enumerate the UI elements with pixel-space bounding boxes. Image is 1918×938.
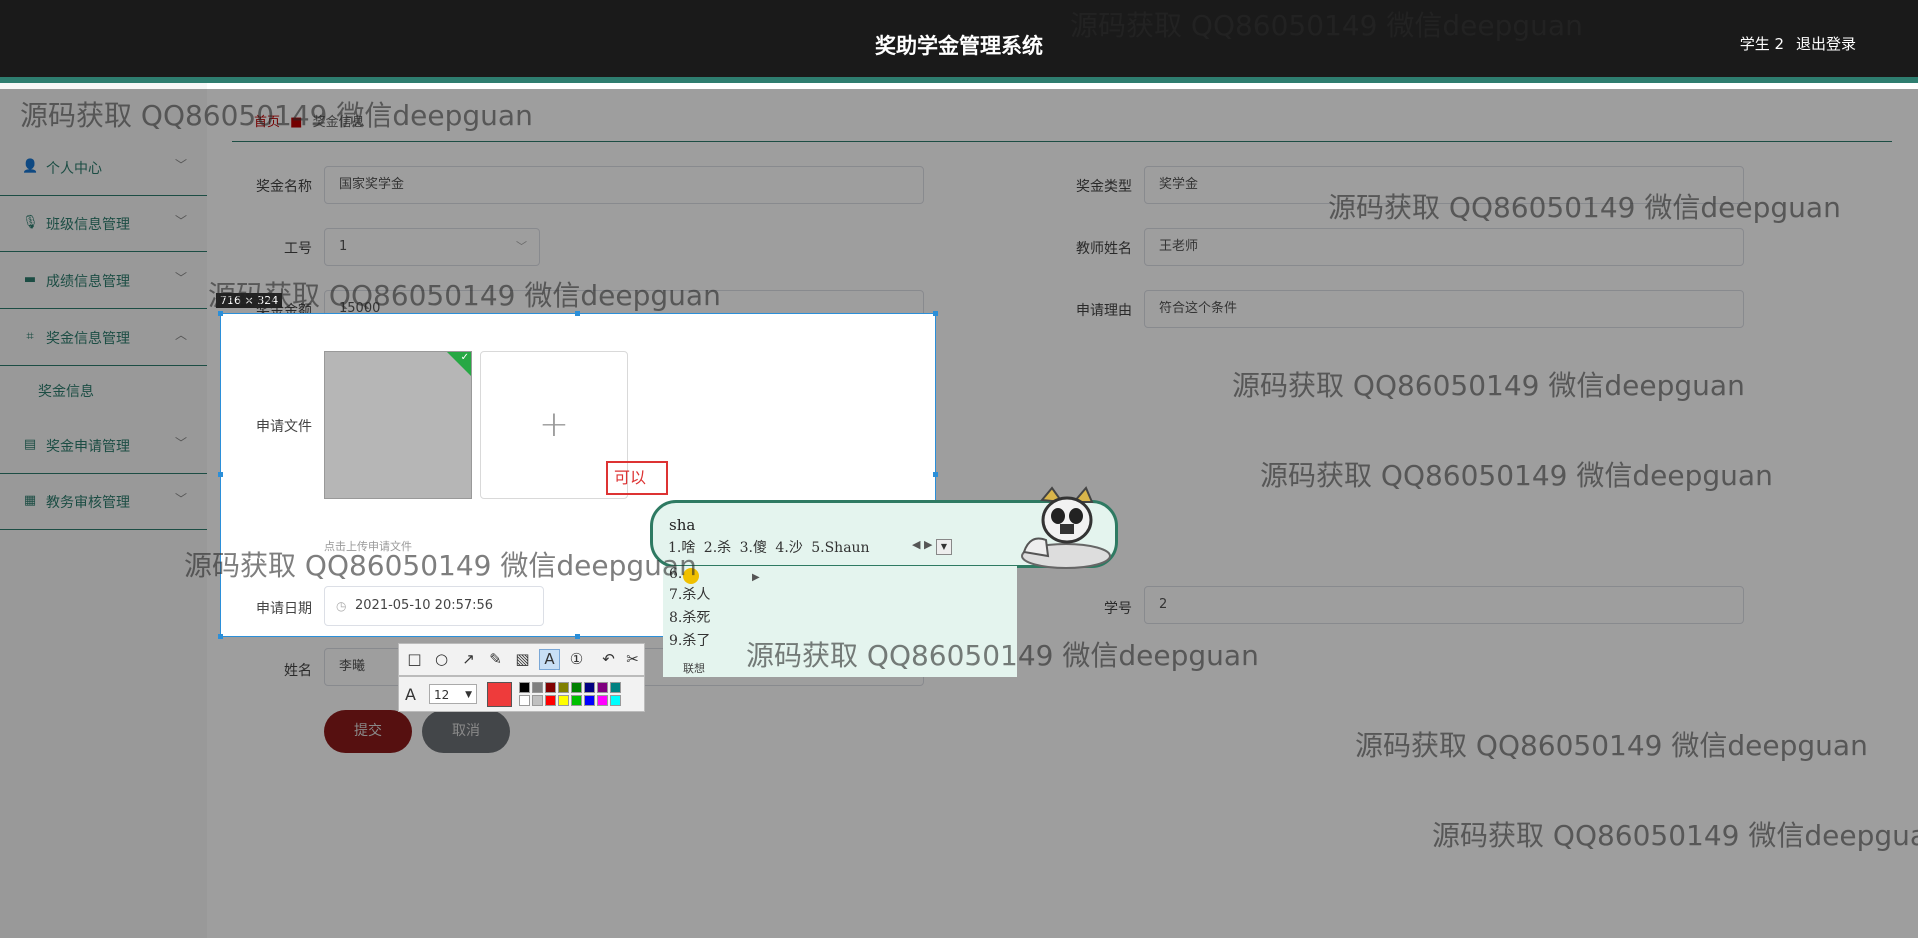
- watermark: 源码获取 QQ86050149 微信deepguan: [184, 549, 697, 582]
- screenshot-style-toolbar: A 12 ▼: [398, 676, 645, 712]
- ime-mascot-icon: [1021, 486, 1111, 569]
- file-label: 申请文件: [256, 419, 312, 435]
- color-swatch[interactable]: [532, 682, 543, 693]
- watermark: 源码获取 QQ86050149 微信deepguan: [1070, 9, 1583, 42]
- scissors-icon[interactable]: ✂: [623, 650, 642, 669]
- color-swatch[interactable]: [558, 682, 569, 693]
- ime-candidates[interactable]: 1.啥 2.杀 3.傻 4.沙 5.Shaun: [668, 537, 870, 557]
- resize-handle[interactable]: [218, 472, 223, 477]
- ime-expand-icon[interactable]: ▼: [936, 539, 952, 555]
- undo-icon[interactable]: ↶: [599, 650, 618, 669]
- color-swatch[interactable]: [610, 695, 621, 706]
- watermark: 源码获取 QQ86050149 微信deepguan: [208, 279, 721, 312]
- ime-candidate[interactable]: 9.杀了: [669, 630, 710, 650]
- watermark: 源码获取 QQ86050149 微信deepguan: [20, 99, 533, 132]
- font-icon: A: [405, 685, 416, 704]
- resize-handle[interactable]: [218, 634, 223, 639]
- number-tool-icon[interactable]: ①: [567, 650, 586, 669]
- arrow-right-icon[interactable]: ▶: [752, 572, 760, 583]
- current-user-link[interactable]: 学生 2: [1740, 33, 1784, 54]
- uploaded-file-thumbnail[interactable]: ✓: [324, 351, 472, 499]
- watermark: 源码获取 QQ86050149 微信deepguan: [746, 639, 1259, 672]
- color-swatch[interactable]: [532, 695, 543, 706]
- ellipse-tool-icon[interactable]: ○: [432, 650, 451, 669]
- color-swatch[interactable]: [545, 682, 556, 693]
- watermark: 源码获取 QQ86050149 微信deepguan: [1232, 369, 1745, 402]
- check-icon: ✓: [460, 352, 469, 363]
- logout-link[interactable]: 退出登录: [1796, 33, 1856, 54]
- date-value: 2021-05-10 20:57:56: [355, 598, 494, 613]
- mosaic-tool-icon[interactable]: ▧: [513, 650, 532, 669]
- resize-handle[interactable]: [933, 472, 938, 477]
- annotation-text-box[interactable]: 可以: [606, 461, 668, 495]
- ime-page-arrows[interactable]: ◀ ▶: [912, 538, 932, 551]
- color-swatch[interactable]: [571, 695, 582, 706]
- color-swatch[interactable]: [519, 695, 530, 706]
- watermark: 源码获取 QQ86050149 微信deepguan: [1260, 459, 1773, 492]
- text-tool-icon[interactable]: A: [539, 649, 560, 670]
- color-swatch[interactable]: [584, 682, 595, 693]
- ime-candidate[interactable]: 8.杀死: [669, 607, 710, 627]
- top-header-bar: 奖助学金管理系统 学生 2 退出登录: [0, 0, 1918, 83]
- plus-icon: +: [538, 404, 570, 445]
- rectangle-tool-icon[interactable]: □: [405, 650, 424, 669]
- pencil-tool-icon[interactable]: ✎: [486, 650, 505, 669]
- color-swatch[interactable]: [519, 682, 530, 693]
- screenshot-toolbar: □ ○ ↗ ✎ ▧ A ① ↶ ✂: [398, 643, 645, 676]
- ime-association-tab[interactable]: 联想: [683, 660, 705, 676]
- ime-candidate[interactable]: 7.杀人: [669, 584, 710, 604]
- color-swatch[interactable]: [597, 695, 608, 706]
- color-swatch[interactable]: [558, 695, 569, 706]
- date-label: 申请日期: [256, 601, 312, 617]
- resize-handle[interactable]: [933, 311, 938, 316]
- font-size-select[interactable]: 12 ▼: [429, 684, 477, 704]
- ime-composition: sha: [669, 516, 696, 534]
- color-swatch[interactable]: [545, 695, 556, 706]
- color-swatch[interactable]: [571, 682, 582, 693]
- arrow-tool-icon[interactable]: ↗: [459, 650, 478, 669]
- color-swatch[interactable]: [610, 682, 621, 693]
- resize-handle[interactable]: [575, 634, 580, 639]
- chevron-down-icon: ▼: [465, 690, 472, 700]
- color-swatch[interactable]: [597, 682, 608, 693]
- watermark: 源码获取 QQ86050149 微信deepguan: [1432, 819, 1918, 852]
- watermark: 源码获取 QQ86050149 微信deepguan: [1328, 191, 1841, 224]
- color-swatch[interactable]: [584, 695, 595, 706]
- font-size-value: 12: [434, 688, 450, 702]
- clock-icon: ◷: [336, 599, 347, 613]
- current-color-swatch[interactable]: [487, 682, 512, 707]
- app-title: 奖助学金管理系统: [875, 34, 1043, 58]
- date-picker-field[interactable]: ◷ 2021-05-10 20:57:56: [324, 586, 544, 626]
- watermark: 源码获取 QQ86050149 微信deepguan: [1355, 729, 1868, 762]
